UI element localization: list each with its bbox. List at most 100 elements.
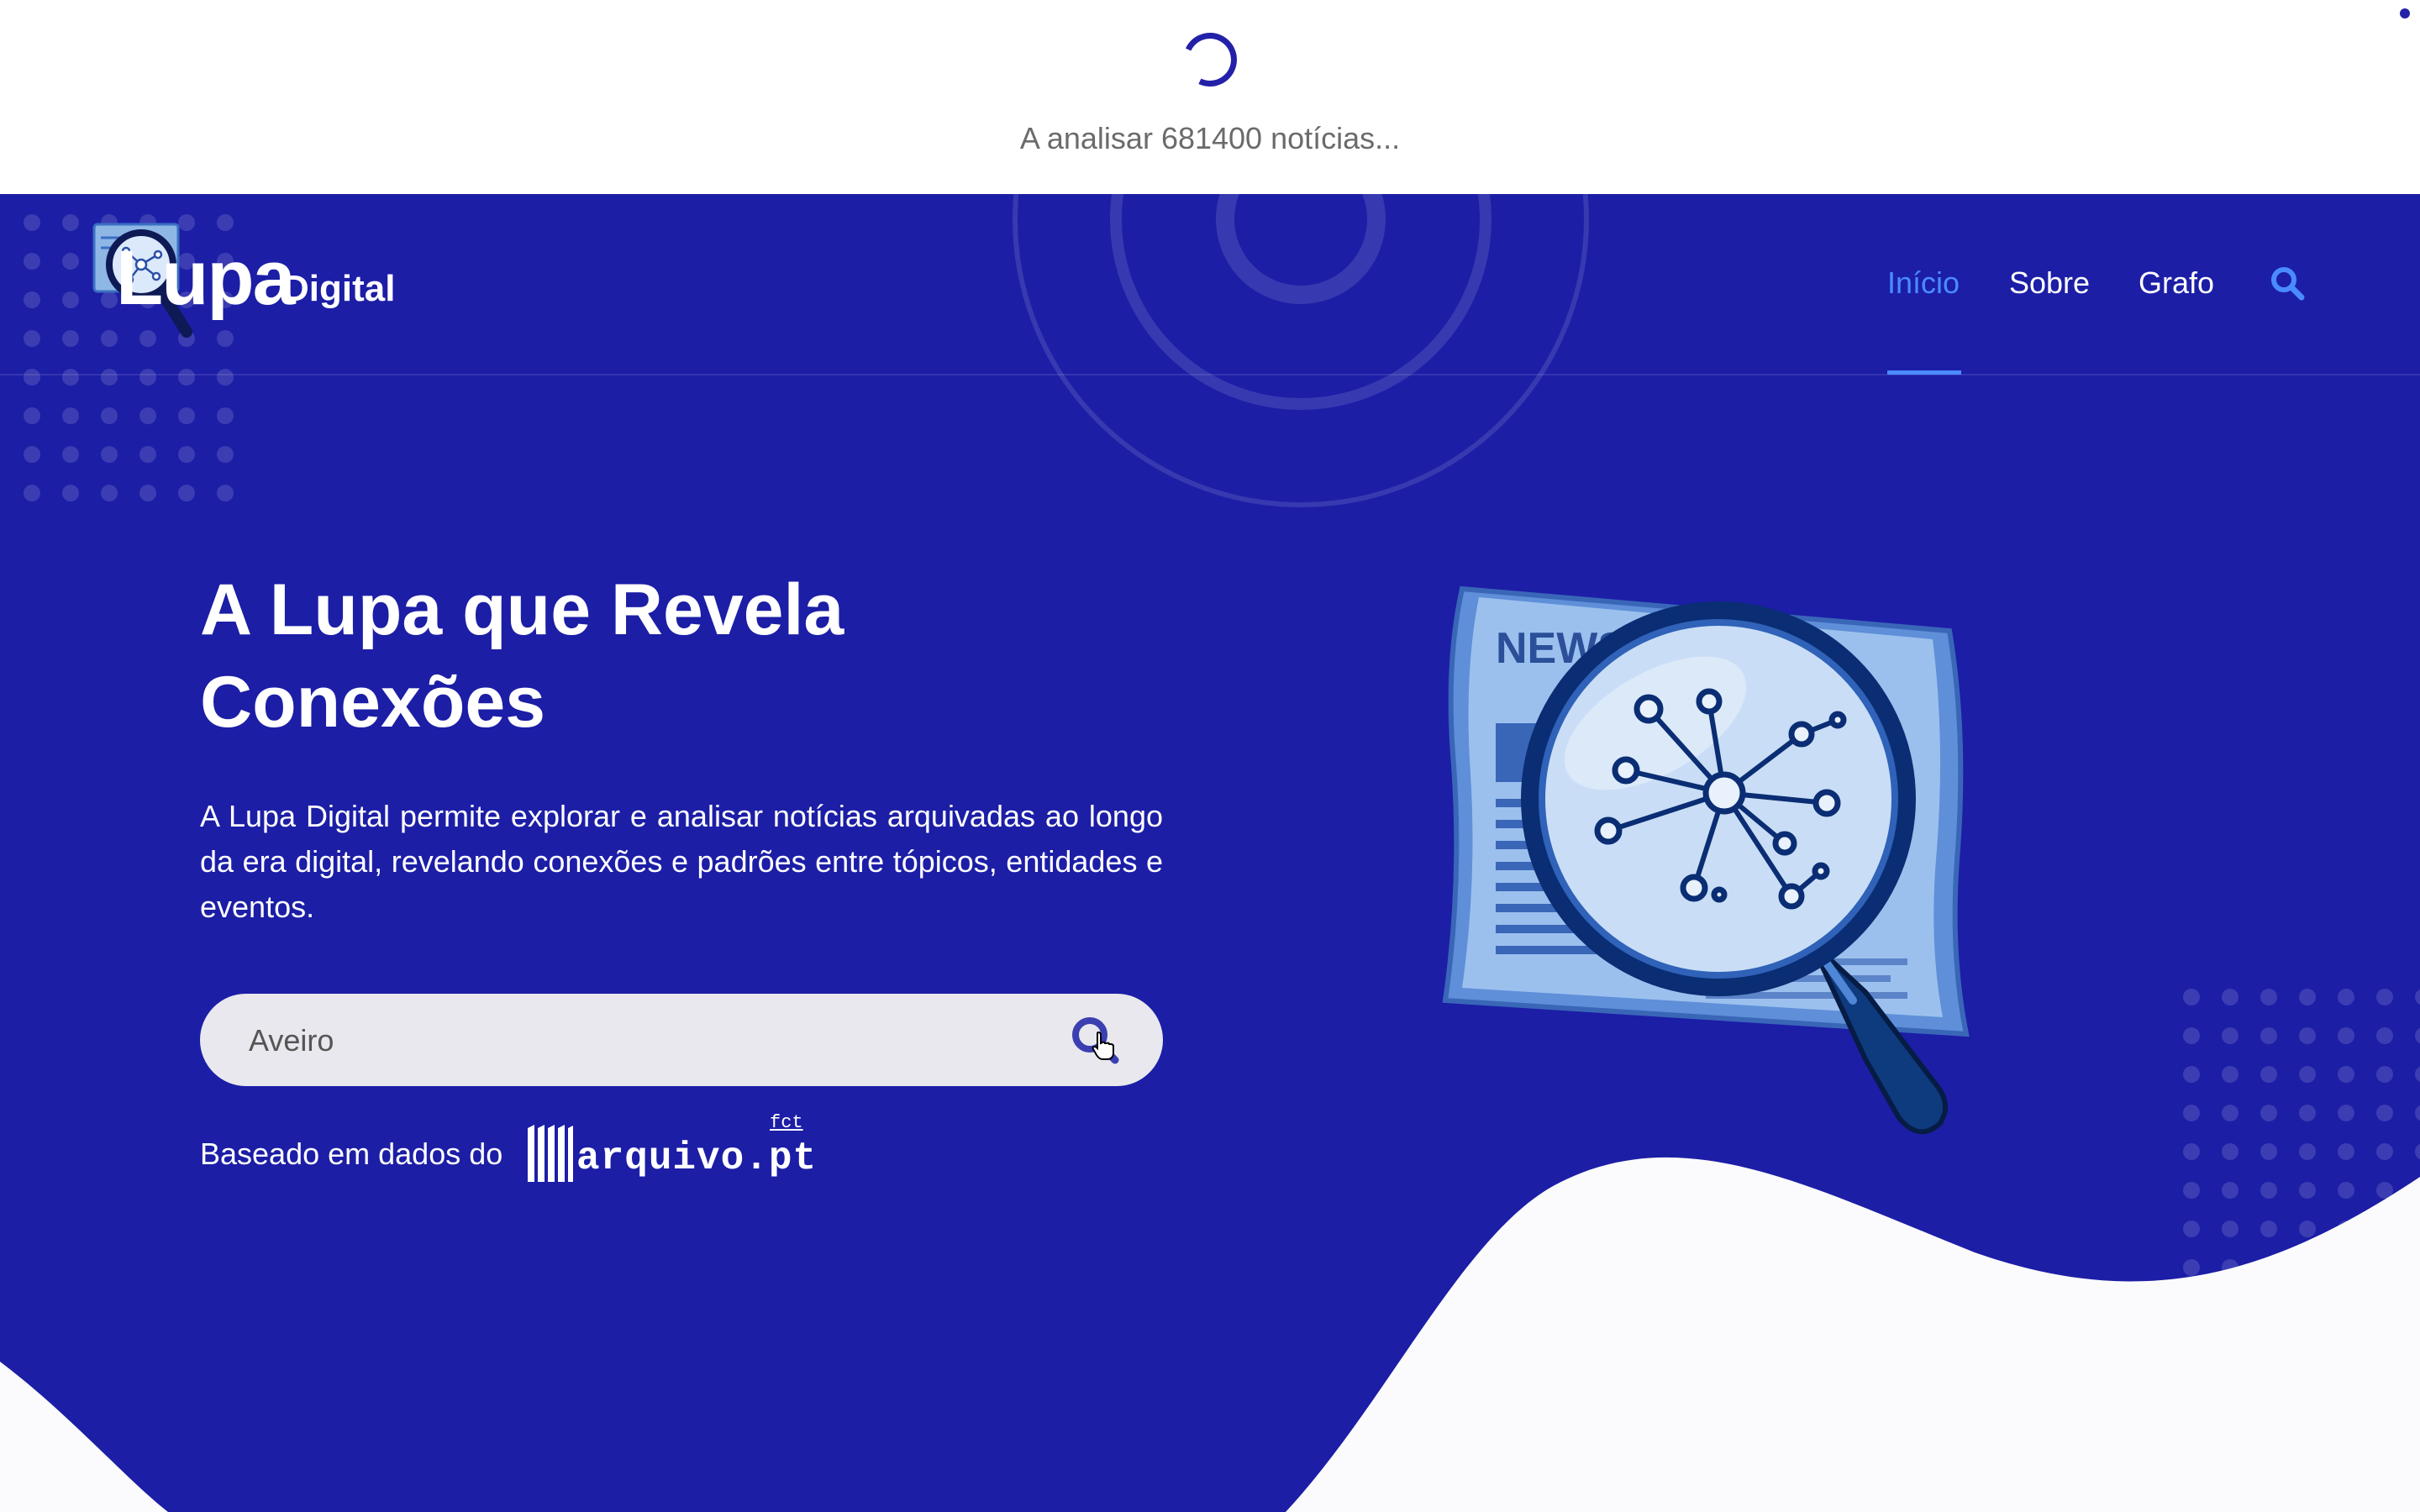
magnifier-newspaper-illustration: NEWS (1442, 585, 1970, 1135)
decor-dot (24, 407, 40, 424)
decor-dot (178, 369, 195, 386)
decor-dot (2183, 1221, 2200, 1237)
decor-dot (24, 330, 40, 347)
decor-dot (2376, 1066, 2393, 1083)
nav-item-inicio[interactable]: Início (1887, 263, 1960, 303)
decor-dot (2376, 1143, 2393, 1160)
decor-dot (2260, 1105, 2277, 1121)
decor-dot (2299, 1182, 2316, 1199)
arquivo-fct-text: fct (770, 1112, 803, 1133)
decor-dot (2260, 1027, 2277, 1044)
decor-dot (62, 214, 79, 231)
decor-dot (2415, 1066, 2420, 1083)
decor-dot (2260, 1143, 2277, 1160)
decor-dot (2183, 1182, 2200, 1199)
nav-item-grafo[interactable]: Grafo (2139, 263, 2214, 303)
nav-item-sobre[interactable]: Sobre (2009, 263, 2090, 303)
decor-dot (2376, 1105, 2393, 1121)
hero-search-input[interactable] (247, 994, 1007, 1088)
decor-dot (2260, 1182, 2277, 1199)
decor-dot (62, 369, 79, 386)
decor-dot (2222, 1143, 2238, 1160)
decor-dot (101, 485, 118, 501)
loading-spinner-icon (1175, 24, 1245, 95)
arquivo-logo-text: arquivo.pt (576, 1137, 818, 1180)
decor-dot (139, 369, 156, 386)
corner-dot (2400, 8, 2410, 18)
search-icon[interactable] (2269, 265, 2306, 302)
decor-dot (24, 253, 40, 270)
decor-dot (139, 485, 156, 501)
decor-dot (2183, 1259, 2200, 1276)
decor-dot (139, 407, 156, 424)
source-label: Baseado em dados do (200, 1137, 503, 1171)
brand-suffix[interactable]: Digital (282, 268, 395, 310)
decor-dot (2183, 1027, 2200, 1044)
hero-title-line-1: A Lupa que Revela (200, 570, 844, 650)
decor-dot (24, 446, 40, 463)
decor-dot (2338, 1105, 2354, 1121)
decor-dot (2222, 1027, 2238, 1044)
decor-dot (178, 446, 195, 463)
arquivo-pt-logo[interactable]: arquivo.pt fct (526, 1112, 816, 1184)
decor-dot (2338, 1027, 2354, 1044)
hero-title-line-2: Conexões (200, 662, 546, 743)
loading-bar: A analisar 681400 notícias... (0, 0, 2420, 194)
decor-dot (2222, 1105, 2238, 1121)
decor-dot (2376, 989, 2393, 1005)
decor-dot (2338, 1066, 2354, 1083)
decor-dot (2299, 1027, 2316, 1044)
decor-dot (217, 407, 234, 424)
brand-name[interactable]: Lupa (116, 236, 296, 320)
decor-dot (2415, 1027, 2420, 1044)
decor-dot (62, 330, 79, 347)
decor-dot (2376, 1027, 2393, 1044)
decor-dot (2260, 1221, 2277, 1237)
decor-dot (101, 446, 118, 463)
decor-dot (101, 369, 118, 386)
decor-dot (2299, 1066, 2316, 1083)
decor-dot (2222, 1221, 2238, 1237)
decor-dot (178, 407, 195, 424)
decor-dot (24, 291, 40, 308)
decor-dot (62, 446, 79, 463)
decor-dot (24, 485, 40, 501)
decor-dot (2299, 1105, 2316, 1121)
decor-dot (62, 253, 79, 270)
hero-search-box (200, 994, 1163, 1088)
arquivo-bars-icon (528, 1125, 573, 1182)
decor-dot (2222, 1182, 2238, 1199)
decor-dot (217, 330, 234, 347)
decor-dot (2299, 1221, 2316, 1237)
decor-dot (139, 446, 156, 463)
decor-dot (2222, 989, 2238, 1005)
decor-dot (2415, 1105, 2420, 1121)
decor-dot (2299, 989, 2316, 1005)
decor-dot (2183, 1066, 2200, 1083)
hand-cursor-icon (1092, 1031, 1114, 1060)
decor-dot (2338, 989, 2354, 1005)
decor-dot (2338, 1143, 2354, 1160)
decor-dot (178, 485, 195, 501)
decor-dot (24, 214, 40, 231)
nav-active-indicator (1887, 370, 1961, 375)
decor-dot (217, 485, 234, 501)
hero-description: A Lupa Digital permite explorar e analis… (200, 799, 1163, 924)
decor-dot (2338, 1182, 2354, 1199)
decor-dot (2183, 1105, 2200, 1121)
decor-dot (101, 407, 118, 424)
decor-dot (2183, 989, 2200, 1005)
decor-dot (217, 369, 234, 386)
decor-dot (62, 291, 79, 308)
loading-status-text: A analisar 681400 notícias... (1019, 121, 1401, 155)
decor-dot (2415, 989, 2420, 1005)
decor-dot (2183, 1143, 2200, 1160)
hero-title: A Lupa que Revela Conexões (200, 564, 1208, 748)
hero-section: Lupa Digital Início Sobre Grafo A Lupa q… (0, 194, 2420, 1512)
decor-dot (2222, 1066, 2238, 1083)
decor-dot (2299, 1143, 2316, 1160)
decor-dot (2260, 989, 2277, 1005)
decor-dot (217, 214, 234, 231)
decor-dot (2415, 1143, 2420, 1160)
decor-dot (217, 446, 234, 463)
